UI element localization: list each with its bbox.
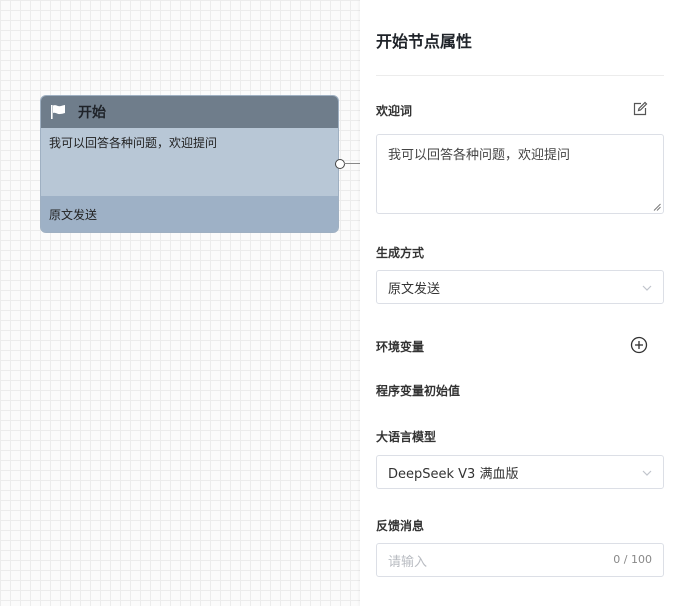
program-vars-label: 程序变量初始值: [376, 384, 461, 398]
feedback-placeholder: 请输入: [388, 554, 428, 570]
chevron-down-icon: [642, 470, 652, 476]
chevron-down-icon: [642, 285, 652, 291]
start-node-mode: 原文发送: [41, 196, 338, 232]
feedback-counter: 0 / 100: [613, 553, 652, 566]
start-node-title: 开始: [78, 105, 106, 121]
panel-divider: [376, 75, 664, 76]
resize-grip-icon[interactable]: [653, 203, 661, 211]
feedback-label: 反馈消息: [376, 519, 425, 533]
generation-label: 生成方式: [376, 246, 425, 260]
properties-panel: 开始节点属性 欢迎词 我可以回答各种问题，欢迎提问 生成方式 原文发送 环境变量…: [360, 0, 680, 606]
plus-circle-icon[interactable]: [630, 336, 648, 354]
llm-label: 大语言模型: [376, 430, 437, 444]
start-node-header: 开始: [41, 96, 338, 128]
output-port[interactable]: [335, 159, 345, 169]
llm-select[interactable]: DeepSeek V3 满血版: [376, 455, 664, 489]
welcome-textarea[interactable]: 我可以回答各种问题，欢迎提问: [376, 134, 664, 214]
start-node-welcome-text: 我可以回答各种问题，欢迎提问: [49, 136, 218, 150]
edit-icon[interactable]: [631, 100, 649, 118]
connection-edge: [344, 163, 360, 164]
welcome-textarea-value: 我可以回答各种问题，欢迎提问: [388, 148, 571, 163]
generation-select-value: 原文发送: [388, 281, 441, 297]
feedback-input[interactable]: 请输入 0 / 100: [376, 543, 664, 577]
welcome-label: 欢迎词: [376, 104, 413, 118]
start-node[interactable]: 开始 我可以回答各种问题，欢迎提问 原文发送: [40, 95, 339, 233]
llm-select-value: DeepSeek V3 满血版: [388, 466, 519, 482]
start-node-mode-label: 原文发送: [49, 207, 98, 222]
generation-select[interactable]: 原文发送: [376, 270, 664, 304]
flag-icon: [51, 105, 65, 119]
panel-title: 开始节点属性: [376, 32, 473, 51]
env-vars-label: 环境变量: [376, 340, 425, 354]
